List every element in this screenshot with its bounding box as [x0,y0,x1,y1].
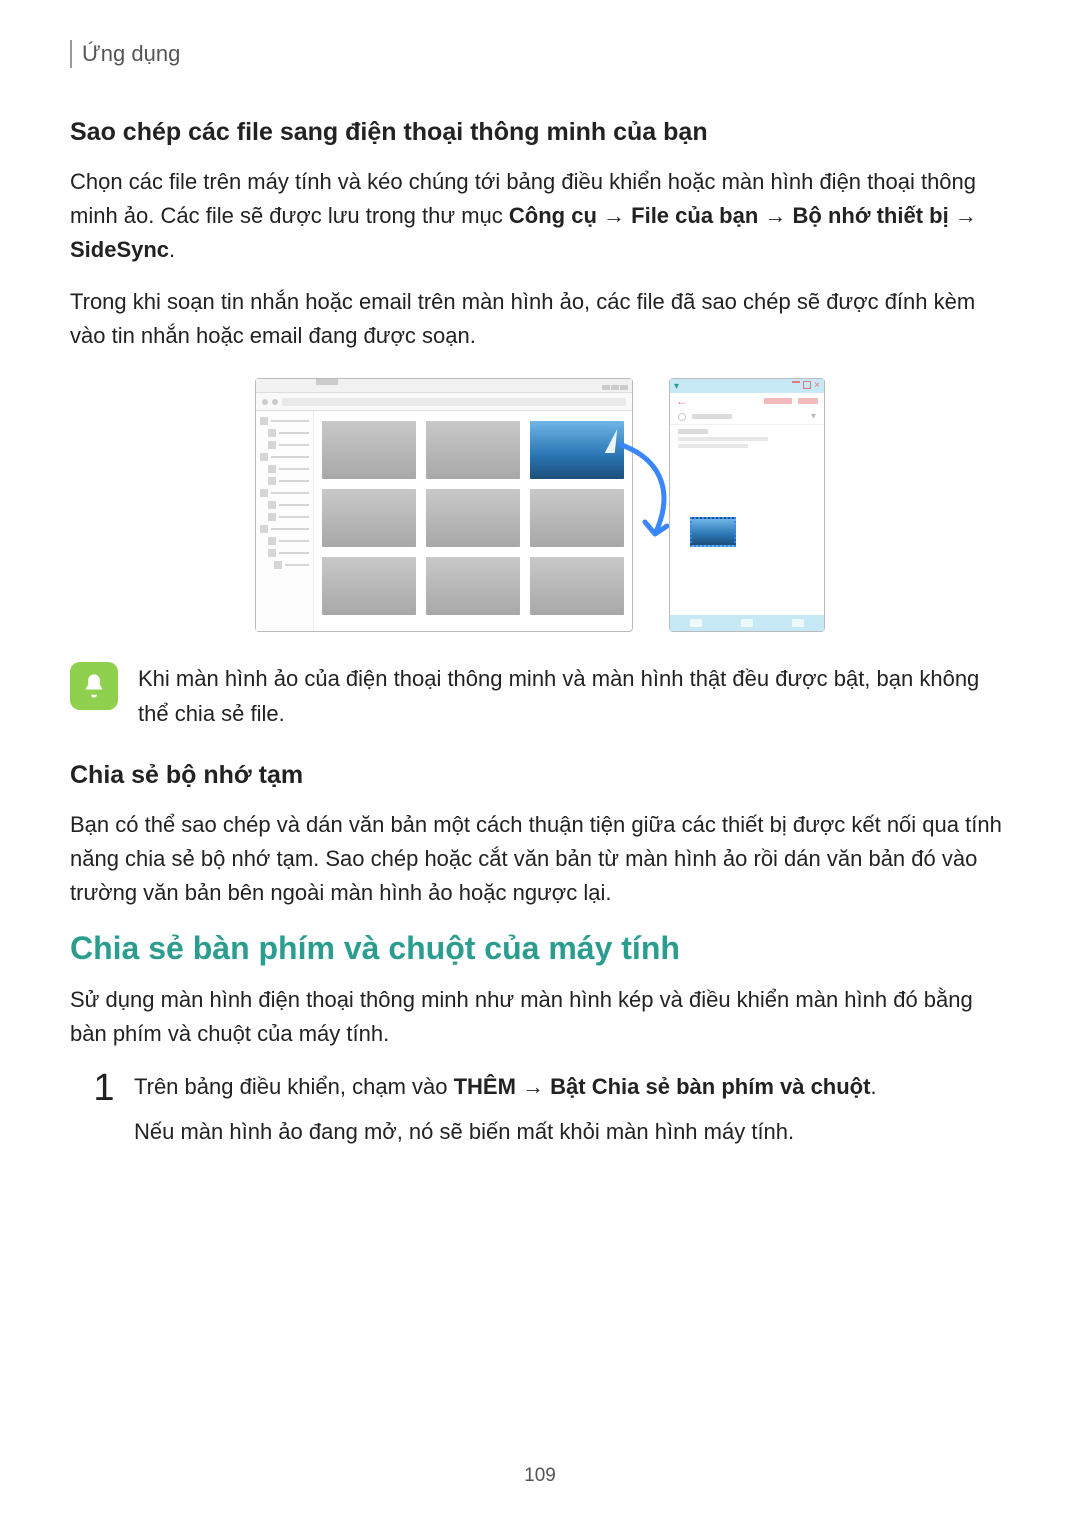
para-copy-files-1: Chọn các file trên máy tính và kéo chúng… [70,165,1010,267]
arrow-sep: → [516,1074,550,1099]
thumbnail [322,421,416,479]
phone-row: ▾ [670,409,824,425]
text-fragment: . [870,1074,876,1099]
heading-clipboard: Chia sẻ bộ nhớ tạm [70,761,1010,790]
para-share-km: Sử dụng màn hình điện thoại thông minh n… [70,983,1010,1051]
phone-window-illustration: ▾ × ← ▾ [669,378,825,632]
phone-section [670,425,824,451]
drop-target [690,517,736,547]
para-copy-files-2: Trong khi soạn tin nhắn hoặc email trên … [70,285,1010,353]
thumbnail [530,557,624,615]
thumbnail [426,489,520,547]
step-1-line-1: Trên bảng điều khiển, chạm vào THÊM → Bậ… [134,1069,877,1104]
close-icon: × [814,381,820,391]
heading-share-keyboard-mouse: Chia sẻ bàn phím và chuột của máy tính [70,930,1010,967]
bold-tools: Công cụ [509,203,597,228]
thumbnail [322,489,416,547]
step-1-line-2: Nếu màn hình ảo đang mở, nó sẽ biến mất … [134,1114,877,1149]
thumbnail [530,489,624,547]
thumbnail [426,421,520,479]
bold-your-files: File của bạn [631,203,758,228]
note-block: Khi màn hình ảo của điện thoại thông min… [70,662,1010,730]
step-number: 1 [90,1069,118,1107]
pc-sidebar [256,411,314,631]
maximize-icon [803,381,811,389]
figure-drag-drop: ▾ × ← ▾ [70,378,1010,632]
arrow-sep: → [949,203,977,228]
chevron-down-icon: ▾ [811,411,816,422]
bell-icon [70,662,118,710]
minimize-icon [792,381,800,383]
thumbnail [426,557,520,615]
arrow-sep: → [597,203,631,228]
back-arrow-icon: ← [676,394,688,408]
thumbnail-photo [530,421,624,479]
para-clipboard: Bạn có thể sao chép và dán văn bản một c… [70,808,1010,910]
bold-sidesync: SideSync [70,237,169,262]
phone-nav: ← [670,393,824,409]
phone-navbar [670,615,824,631]
text-fragment: Trên bảng điều khiển, chạm vào [134,1074,454,1099]
chevron-down-icon: ▾ [674,381,679,392]
heading-copy-files: Sao chép các file sang điện thoại thông … [70,118,1010,147]
bold-enable-sharing: Bật Chia sẻ bàn phím và chuột [550,1074,870,1099]
header: Ứng dụng [70,40,1010,68]
recent-apps-icon [690,619,702,627]
home-icon [741,619,753,627]
pc-window-illustration [255,378,633,632]
phone-titlebar: ▾ × [670,379,824,393]
step-1: 1 Trên bảng điều khiển, chạm vào THÊM → … [90,1069,1010,1159]
arrow-sep: → [758,203,792,228]
thumbnail [322,557,416,615]
pc-toolbar [256,393,632,411]
text-fragment: . [169,237,175,262]
bold-more: THÊM [454,1074,516,1099]
pc-thumbnail-grid [314,411,632,631]
note-text: Khi màn hình ảo của điện thoại thông min… [138,662,1010,730]
header-section-label: Ứng dụng [82,41,180,67]
page-number: 109 [0,1465,1080,1487]
back-icon [792,619,804,627]
bold-device-storage: Bộ nhớ thiết bị [793,203,949,228]
